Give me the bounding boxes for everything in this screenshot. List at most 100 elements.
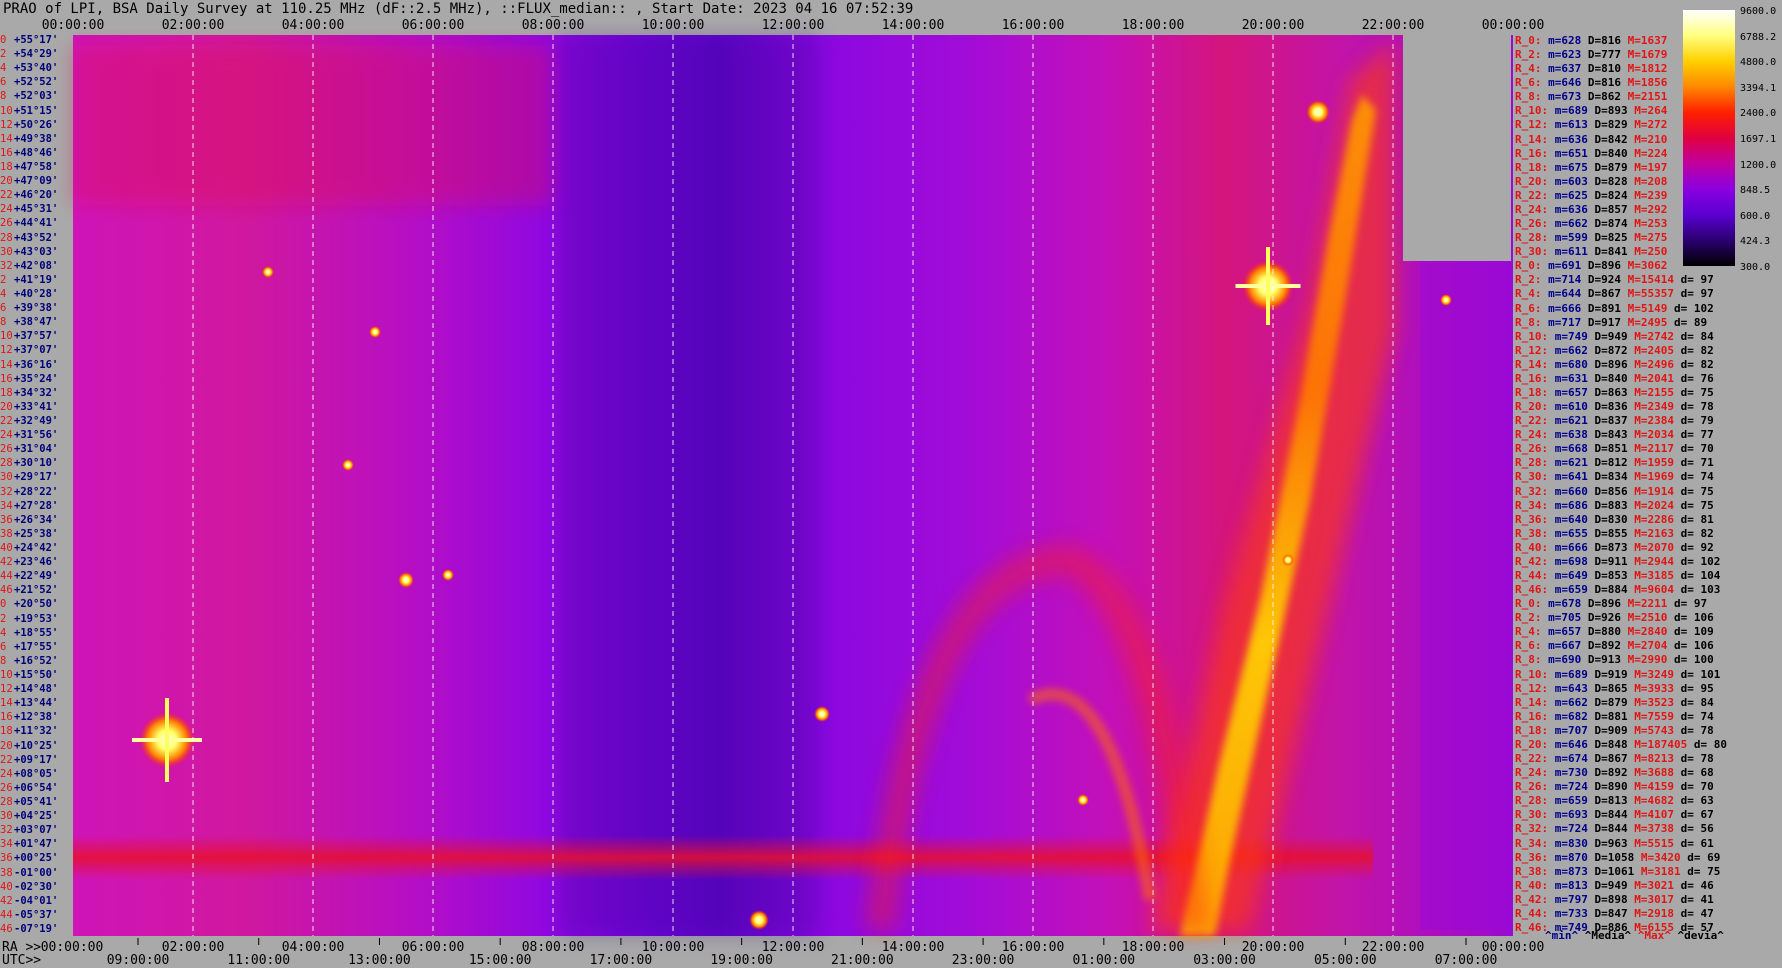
stats-row: R_6: m=667 D=892 M=2704 d= 106: [1515, 639, 1714, 653]
declination-tick-index: 4: [0, 288, 7, 300]
declination-tick: 6 +52°52': [0, 76, 58, 89]
stats-row-max: M=3021: [1634, 878, 1674, 892]
utc-tick-label: 01:00:00: [1072, 953, 1136, 968]
declination-tick: 20+33°41': [0, 401, 58, 414]
declination-tick-index: 8: [0, 654, 7, 667]
stats-row-min: m=673: [1548, 90, 1582, 104]
declination-tick-index: 20: [0, 175, 13, 188]
stats-row-min: m=667: [1548, 639, 1582, 653]
stats-row-deviation: d= 61: [1680, 836, 1714, 850]
stats-row: R_4: m=644 D=867 M=55357 d= 97: [1515, 287, 1714, 301]
stats-row-max: M=2704: [1627, 639, 1668, 653]
declination-tick-value: +31°04': [14, 443, 59, 456]
stats-row-min: m=662: [1554, 217, 1588, 231]
declination-tick-value: +40°28': [14, 288, 59, 300]
top-tick-label: 00:00:00: [41, 18, 105, 33]
stats-row-max: M=208: [1634, 174, 1668, 188]
declination-tick: 4 +40°28': [0, 288, 58, 301]
stats-row-min: m=611: [1554, 245, 1588, 259]
colorbar-tick-label: 300.0: [1740, 262, 1771, 273]
declination-tick-value: +33°41': [14, 400, 59, 413]
declination-tick: 24+45°31': [0, 203, 58, 216]
declination-tick-value: +47°09': [14, 175, 59, 188]
stats-row: R_44: m=649 D=853 M=3185 d= 104: [1515, 569, 1720, 583]
stats-row-label: R_46:: [1515, 921, 1549, 934]
declination-tick-value: -02°30': [14, 880, 59, 893]
declination-tick: 18+34°32': [0, 387, 58, 400]
no-data-region: [1403, 35, 1511, 261]
stats-row-min: m=638: [1554, 428, 1588, 442]
stats-row: R_16: m=631 D=840 M=2041 d= 76: [1515, 372, 1714, 386]
stats-row-min: m=643: [1554, 681, 1588, 695]
stats-row-min: m=870: [1554, 850, 1588, 864]
stats-row-min: m=675: [1554, 160, 1588, 174]
stats-row: R_0: m=678 D=896 M=2211 d= 97: [1515, 597, 1707, 611]
stats-row-max: M=3420: [1640, 850, 1681, 864]
declination-tick: 46+21°52': [0, 584, 58, 597]
stats-row-deviation: d= 84: [1680, 695, 1714, 709]
stats-row-min: m=649: [1554, 569, 1588, 583]
stats-row-deviation: d= 92: [1680, 540, 1714, 554]
stats-row-max: M=1812: [1627, 62, 1668, 76]
stats-row-label: R_14:: [1515, 357, 1549, 371]
stats-row: R_18: m=657 D=863 M=2155 d= 75: [1515, 386, 1714, 400]
stats-row-deviation: d= 103: [1680, 583, 1721, 597]
stats-row-deviation: d= 82: [1680, 526, 1714, 540]
stats-row: R_30: m=611 D=841 M=250: [1515, 245, 1667, 259]
stats-row: R_26: m=668 D=851 M=2117 d= 70: [1515, 442, 1714, 456]
stats-row-deviation: d= 79: [1680, 414, 1714, 428]
declination-tick-value: +15°50': [14, 669, 59, 681]
declination-tick-value: +52°52': [14, 76, 59, 89]
stats-row: R_10: m=749 D=949 M=2742 d= 84: [1515, 330, 1714, 344]
declination-tick-index: 2: [0, 48, 7, 61]
stats-row: R_4: m=637 D=810 M=1812: [1515, 62, 1667, 76]
stats-row-median: D=892: [1594, 766, 1628, 780]
declination-tick: 36+26°34': [0, 514, 58, 527]
declination-tick: 22+32°49': [0, 415, 58, 428]
stats-row: R_20: m=610 D=836 M=2349 d= 78: [1515, 400, 1714, 414]
declination-tick-value: +32°49': [14, 415, 59, 427]
stats-row: R_22: m=621 D=837 M=2384 d= 79: [1515, 414, 1714, 428]
stats-row-max: M=4682: [1634, 794, 1674, 808]
declination-tick-index: 18: [0, 725, 13, 738]
stats-row-deviation: d= 106: [1674, 611, 1714, 625]
radio-source: [749, 910, 769, 930]
stats-row-min: m=659: [1554, 794, 1588, 808]
stats-row-label: R_18:: [1515, 160, 1549, 174]
utc-tick-label: 05:00:00: [1313, 953, 1377, 968]
stats-row: R_44: m=733 D=847 M=2918 d= 47: [1515, 907, 1714, 921]
stats-row-label: R_10:: [1515, 104, 1549, 118]
stats-row-max: M=250: [1634, 245, 1668, 259]
declination-tick-value: +31°56': [14, 429, 59, 442]
stats-row: R_26: m=724 D=890 M=4159 d= 70: [1515, 780, 1714, 794]
declination-tick-value: +21°52': [14, 584, 59, 597]
stats-row: R_38: m=873 D=1061 M=3181 d= 75: [1515, 865, 1720, 879]
stats-row-max: M=3062: [1627, 259, 1668, 273]
declination-tick-index: 34: [0, 499, 13, 512]
stats-row-min: m=631: [1554, 371, 1588, 385]
stats-row-median: D=830: [1594, 512, 1628, 526]
declination-tick-index: 36: [0, 513, 13, 526]
stats-row-label: R_28:: [1515, 794, 1549, 808]
radio-source: [262, 266, 274, 278]
declination-tick-index: 28: [0, 231, 13, 244]
stats-row: R_12: m=613 D=829 M=272: [1515, 118, 1667, 132]
stats-row-max: M=253: [1634, 217, 1668, 231]
radio-source: [1440, 294, 1452, 306]
stats-row: R_12: m=662 D=872 M=2405 d= 82: [1515, 344, 1714, 358]
stats-row-min: m=646: [1548, 76, 1582, 90]
stats-row-max: M=2840: [1627, 625, 1668, 639]
stats-row-label: R_26:: [1515, 217, 1549, 231]
stats-row-max: M=2286: [1634, 512, 1674, 526]
legend-median: ^Media^: [1584, 929, 1632, 942]
colorbar-tick-label: 1200.0: [1740, 159, 1777, 171]
stats-row: R_32: m=724 D=844 M=3738 d= 56: [1515, 822, 1714, 836]
stats-row: R_4: m=657 D=880 M=2840 d= 109: [1515, 625, 1714, 639]
stats-row-max: M=3181: [1640, 864, 1681, 878]
declination-tick-value: +14°48': [14, 683, 59, 696]
stats-row-min: m=686: [1554, 498, 1588, 512]
stats-row-median: D=893: [1594, 104, 1628, 118]
stats-row-min: m=603: [1554, 174, 1588, 188]
stats-legend: ^min^ ^Media^ ^Max^ ^devia^: [1545, 929, 1724, 942]
stats-row-median: D=862: [1587, 90, 1621, 104]
